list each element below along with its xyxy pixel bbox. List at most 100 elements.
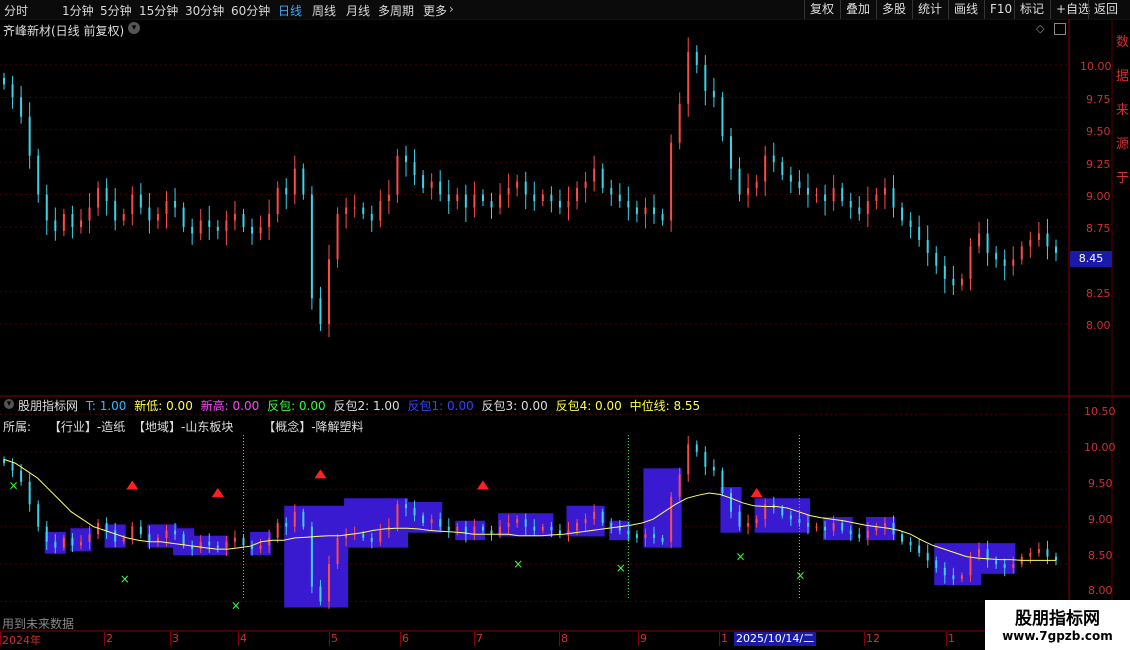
tab-5min[interactable]: 5分钟 <box>100 2 132 19</box>
candle-body <box>712 90 715 98</box>
candle-body <box>345 207 348 214</box>
candle-body <box>1020 246 1023 260</box>
back-button[interactable]: 返回 <box>1088 0 1126 19</box>
ind-candle-body <box>88 534 91 542</box>
belong-info: 所属: 【行业】-造纸 【地域】-山东板块 【概念】-降解塑料 <box>3 418 364 435</box>
indicator-header: 股朋指标网 T: 1.00 新低: 0.00 新高: 0.00 反包: 0.00… <box>18 397 700 414</box>
ind-candle-body <box>473 526 476 535</box>
candle-body <box>225 220 228 231</box>
candle-body <box>978 233 981 247</box>
f10-button[interactable]: F10 <box>984 0 1014 19</box>
ind-candle-body <box>413 508 416 516</box>
price-tick: 8.75 <box>1086 222 1111 235</box>
candle-body <box>533 194 536 202</box>
maximize-icon[interactable] <box>1054 23 1066 35</box>
date-tick-mark <box>946 632 947 646</box>
ind-candle-body <box>824 526 827 531</box>
chevron-right-icon[interactable]: › <box>449 2 454 16</box>
tab-multi-period[interactable]: 多周期 <box>378 2 414 19</box>
x-marker: × <box>736 550 746 564</box>
candle-body <box>233 214 236 221</box>
ind-candle-body <box>28 481 31 505</box>
x-marker: × <box>513 557 523 571</box>
chevron-down-icon[interactable]: ▾ <box>128 22 140 34</box>
candle-body <box>747 188 750 195</box>
multi-stock-button[interactable]: 多股 <box>876 0 912 19</box>
date-tick-mark <box>329 632 330 646</box>
ind-candle-body <box>353 534 356 536</box>
ind-candle-body <box>233 537 236 542</box>
tab-weekly[interactable]: 周线 <box>312 2 336 19</box>
draw-line-button[interactable]: 画线 <box>948 0 984 19</box>
ind-candle-body <box>841 522 844 531</box>
ind-candle-body <box>490 530 493 535</box>
x-marker: × <box>9 479 19 493</box>
overlay-button[interactable]: 叠加 <box>840 0 876 19</box>
candle-body <box>199 220 202 234</box>
candle-body <box>1046 233 1049 247</box>
indicator-value: 新高: 0.00 <box>196 399 260 413</box>
statistics-button[interactable]: 统计 <box>912 0 948 19</box>
up-arrow-marker <box>476 480 489 490</box>
candle-body <box>45 194 48 221</box>
candle-body <box>687 51 690 104</box>
main-chart-canvas: × × × × × × × <box>0 19 1130 632</box>
tab-60min[interactable]: 60分钟 <box>231 2 270 19</box>
ind-candle-body <box>404 504 407 508</box>
candle-body <box>764 155 767 182</box>
candle-body <box>909 220 912 227</box>
price-tick: 10.00 <box>1080 60 1112 73</box>
ind-candle-body <box>712 466 715 471</box>
candle-body <box>815 194 818 196</box>
ind-candle-body <box>396 504 399 527</box>
tab-1min[interactable]: 1分钟 <box>62 2 94 19</box>
candle-body <box>798 181 801 189</box>
tab-30min[interactable]: 30分钟 <box>185 2 224 19</box>
candle-body <box>174 201 177 208</box>
price-tick: 8.25 <box>1086 287 1111 300</box>
ind-candle-body <box>661 537 664 542</box>
chevron-down-icon[interactable]: ▾ <box>4 399 14 409</box>
tab-more[interactable]: 更多 <box>423 2 447 19</box>
candle-body <box>148 207 151 221</box>
candle-body <box>404 155 407 163</box>
price-tick: 9.75 <box>1086 93 1111 106</box>
candle-body <box>1012 259 1015 266</box>
indicator-values: T: 1.00 新低: 0.00 新高: 0.00 反包: 0.00 反包2: … <box>82 399 700 413</box>
candle-body <box>481 194 484 202</box>
price-tick: 9.00 <box>1086 190 1111 203</box>
candle-body <box>729 136 732 169</box>
date-tick: 1 <box>721 632 728 645</box>
candle-body <box>507 188 510 195</box>
candle-body <box>251 226 254 234</box>
price-tick: 8.00 <box>1086 319 1111 332</box>
candle-body <box>892 188 895 208</box>
tab-monthly[interactable]: 月线 <box>346 2 370 19</box>
ind-candle-body <box>704 451 707 467</box>
ind-candle-body <box>635 534 638 538</box>
candle-body <box>473 194 476 208</box>
indicator-value: 反包: 0.00 <box>263 399 326 413</box>
fuquan-button[interactable]: 复权 <box>804 0 840 19</box>
candle-body <box>883 188 886 195</box>
ind-candle-body <box>969 556 972 576</box>
ind-candle-body <box>729 493 732 512</box>
ind-candle-body <box>892 522 895 535</box>
candle-body <box>285 188 288 195</box>
add-watchlist-button[interactable]: +自选 <box>1050 0 1090 19</box>
indicator-grid <box>0 413 1069 603</box>
candle-body <box>302 168 305 195</box>
diamond-icon[interactable]: ◇ <box>1036 22 1044 35</box>
ind-price-tick: 9.50 <box>1088 477 1113 490</box>
tab-daily[interactable]: 日线 <box>278 2 302 19</box>
tab-15min[interactable]: 15分钟 <box>139 2 178 19</box>
watermark-url: www.7gpzb.com <box>1002 629 1113 643</box>
tab-fenshi[interactable]: 分时 <box>4 2 28 19</box>
ind-candle-body <box>995 560 998 565</box>
candle-body <box>242 214 245 227</box>
ind-candle-body <box>858 534 861 538</box>
ind-candle-body <box>849 530 852 535</box>
mark-button[interactable]: 标记 <box>1014 0 1050 19</box>
ind-candle-body <box>738 511 741 527</box>
ind-candle-body <box>37 504 40 527</box>
